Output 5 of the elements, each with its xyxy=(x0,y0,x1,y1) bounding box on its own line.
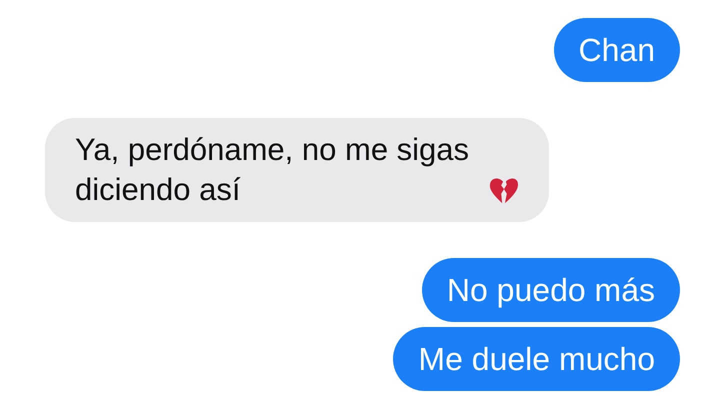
message-text: Ya, perdóname, no me sigas diciendo así xyxy=(75,131,470,209)
message-bubble: Chan xyxy=(554,18,680,82)
message-bubble: No puedo más xyxy=(422,258,680,322)
message-bubble: Me duele mucho xyxy=(393,327,680,391)
broken-heart-icon xyxy=(489,177,519,205)
